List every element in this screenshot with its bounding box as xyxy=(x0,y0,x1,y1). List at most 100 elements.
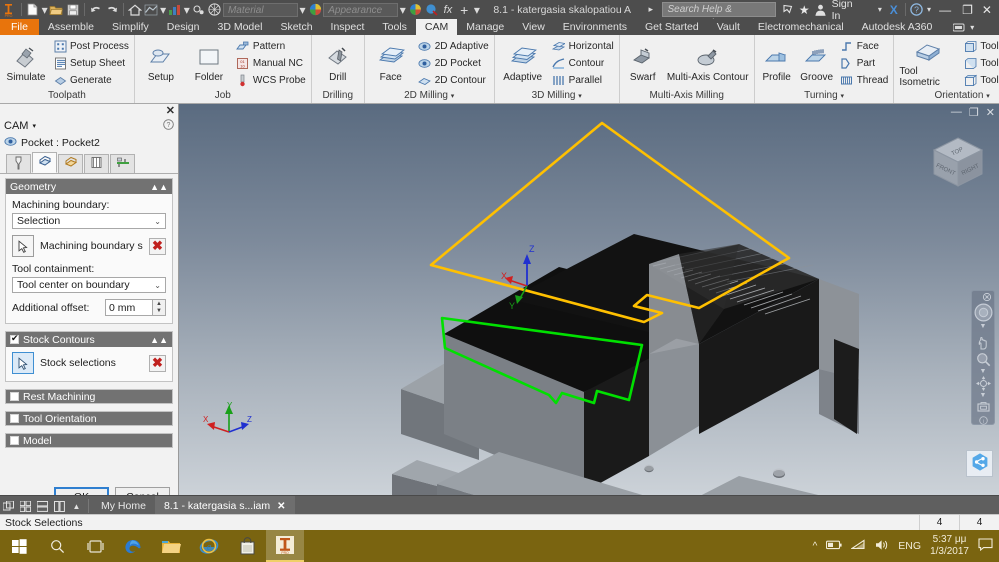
file-explorer-button[interactable] xyxy=(152,530,190,562)
appearance-selector[interactable]: Appearance xyxy=(323,2,399,17)
spin-up-icon[interactable]: ▲ xyxy=(153,300,165,308)
tab-heights[interactable] xyxy=(58,154,83,173)
contour-button[interactable]: Contour xyxy=(550,56,616,72)
app-logo-icon[interactable]: PRO xyxy=(0,1,18,19)
folder-button[interactable]: Folder xyxy=(186,44,232,84)
chevron-down-icon[interactable]: ▾ xyxy=(840,93,844,100)
tool-containment-select[interactable]: Tool center on boundary ⌄ xyxy=(12,277,166,293)
2d-contour-button[interactable]: 2D Contour xyxy=(416,73,491,89)
edge-button[interactable] xyxy=(114,530,152,562)
2d-adaptive-button[interactable]: 2D Adaptive xyxy=(416,39,491,55)
chevron-down-icon[interactable]: ▾ xyxy=(451,93,455,100)
user-icon[interactable] xyxy=(812,1,828,19)
help-icon[interactable]: ? xyxy=(909,1,925,19)
tab-cam[interactable]: CAM xyxy=(415,19,458,35)
multi-axis-contour-button[interactable]: Multi-Axis Contour xyxy=(665,44,751,84)
tab-view[interactable]: View xyxy=(513,19,554,35)
return-dropdown-icon[interactable]: ▾ xyxy=(160,1,167,19)
a360-share-button[interactable] xyxy=(966,450,993,477)
navcube[interactable]: TOP FRONT RIGHT xyxy=(927,132,989,194)
wifi-icon[interactable] xyxy=(850,539,866,553)
wheel-dropdown-icon[interactable]: ▼ xyxy=(980,323,987,330)
navigation-bar[interactable]: ▼ ▼ ▼ i xyxy=(971,290,995,425)
parallel-button[interactable]: Parallel xyxy=(550,73,616,89)
orbit-dropdown-icon[interactable]: ▼ xyxy=(980,392,987,399)
start-button[interactable] xyxy=(0,530,38,562)
save-icon[interactable] xyxy=(65,1,81,19)
tile-icon[interactable] xyxy=(0,496,17,516)
tab-autodesk-a360[interactable]: Autodesk A360 xyxy=(853,19,942,35)
group-model[interactable]: Model xyxy=(5,433,173,448)
open-icon[interactable] xyxy=(48,1,64,19)
new-dropdown-icon[interactable]: ▾ xyxy=(41,1,48,19)
tool-front-button[interactable]: Tool Front xyxy=(961,39,999,55)
swarf-button[interactable]: Swarf xyxy=(623,44,663,84)
redo-icon[interactable] xyxy=(104,1,120,19)
wcs-probe-button[interactable]: WCS Probe xyxy=(234,73,308,89)
restore-button[interactable]: ❐ xyxy=(957,3,978,17)
pan-icon[interactable] xyxy=(976,336,991,351)
tab-environments[interactable]: Environments xyxy=(554,19,636,35)
machining-boundary-select[interactable]: Selection ⌄ xyxy=(12,213,166,229)
tab-passes[interactable] xyxy=(84,154,109,173)
viewport-restore-button[interactable]: ❐ xyxy=(969,106,979,119)
tab-simplify[interactable]: Simplify xyxy=(103,19,158,35)
tab-vault[interactable]: Vault xyxy=(708,19,749,35)
appearance-palette-icon[interactable] xyxy=(407,1,423,19)
exchange-icon[interactable]: X xyxy=(886,1,902,19)
tool-isometric-button[interactable]: Tool Isometric xyxy=(897,38,959,89)
model-checkbox[interactable] xyxy=(10,436,19,445)
search-input[interactable]: Search Help & Commands... xyxy=(662,2,776,29)
group-stock-contours-header[interactable]: Stock Contours ▲▲ xyxy=(6,332,172,347)
groove-button[interactable]: Groove xyxy=(798,44,836,84)
additional-offset-input[interactable]: 0 mm xyxy=(105,299,153,316)
close-icon[interactable]: ✕ xyxy=(277,501,285,512)
tab-tools[interactable]: Tools xyxy=(373,19,416,35)
return-icon[interactable] xyxy=(143,1,159,19)
update-dropdown-icon[interactable]: ▾ xyxy=(183,1,190,19)
chevron-down-icon[interactable]: ⌄ xyxy=(154,281,161,290)
group-tool-orientation[interactable]: Tool Orientation xyxy=(5,411,173,426)
generate-button[interactable]: Generate xyxy=(51,73,131,89)
favorites-icon[interactable]: ★ xyxy=(796,1,812,19)
minimize-button[interactable]: ― xyxy=(933,3,957,17)
tab-file[interactable]: File xyxy=(0,19,39,35)
cam-operation-node[interactable]: Pocket : Pocket2 xyxy=(0,134,178,151)
help-circle-icon[interactable]: ? xyxy=(163,118,174,133)
tab-electromechanical[interactable]: Electromechanical xyxy=(749,19,853,35)
language-indicator[interactable]: ENG xyxy=(898,540,921,552)
turn-part-button[interactable]: Part xyxy=(838,56,891,72)
tab-design[interactable]: Design xyxy=(158,19,209,35)
grid-icon[interactable] xyxy=(17,496,34,516)
steering-wheel-icon[interactable] xyxy=(974,303,993,322)
internet-explorer-button[interactable]: e xyxy=(190,530,228,562)
tab-linking[interactable] xyxy=(110,154,135,173)
tab-assemble[interactable]: Assemble xyxy=(39,19,103,35)
spin-down-icon[interactable]: ▼ xyxy=(153,308,165,316)
3d-viewport[interactable]: ― ❐ ✕ Z X Y Y X Z TOP FRONT RIGHT ▼ ▼ ▼ … xyxy=(179,104,999,495)
update-icon[interactable] xyxy=(167,1,183,19)
panel-title-turning[interactable]: Turning ▾ xyxy=(755,90,894,103)
volume-icon[interactable] xyxy=(875,539,889,554)
face-button[interactable]: Face xyxy=(368,44,414,84)
material-browser-icon[interactable] xyxy=(207,1,223,19)
group-rest-machining[interactable]: Rest Machining xyxy=(5,389,173,404)
clear-stock-selections-button[interactable]: ✖ xyxy=(149,354,166,372)
setup-sheet-button[interactable]: Setup Sheet xyxy=(51,56,131,72)
chevron-up-icon[interactable]: ^ xyxy=(813,541,818,552)
plus-icon[interactable]: + xyxy=(456,1,472,19)
help-dropdown-icon[interactable]: ▾ xyxy=(925,1,933,19)
chevron-down-icon[interactable]: ▾ xyxy=(32,122,36,130)
horizontal-button[interactable]: Horizontal xyxy=(550,39,616,55)
material-selector[interactable]: Material xyxy=(222,2,299,17)
close-button[interactable]: ✕ xyxy=(978,3,999,17)
appearance-eyedropper-icon[interactable] xyxy=(424,1,440,19)
home-icon[interactable] xyxy=(127,1,143,19)
tool-top-button[interactable]: Tool Top xyxy=(961,73,999,89)
tab-geometry[interactable] xyxy=(32,152,57,173)
tab-get-started[interactable]: Get Started xyxy=(636,19,708,35)
fx-icon[interactable]: fx xyxy=(440,1,456,19)
horizontal-icon[interactable] xyxy=(34,496,51,516)
share-icon[interactable] xyxy=(780,1,796,19)
navbar-settings-icon[interactable]: i xyxy=(978,416,988,425)
